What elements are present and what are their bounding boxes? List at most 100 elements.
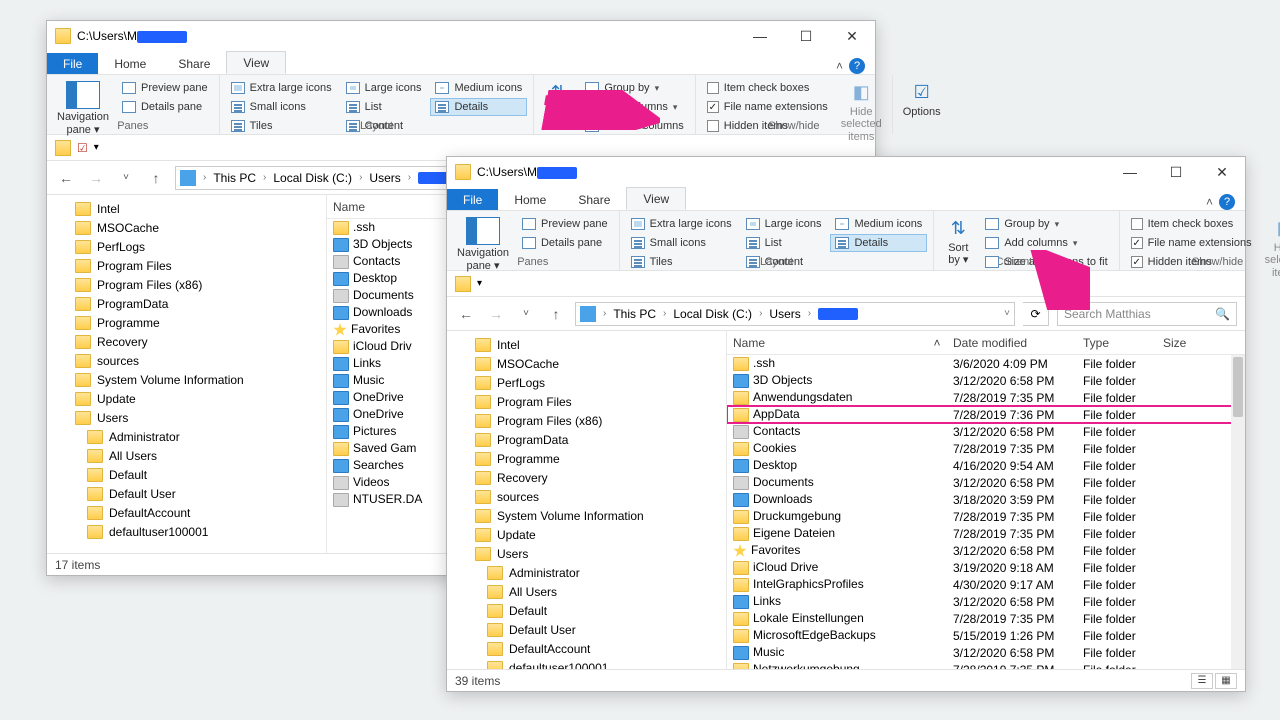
hide-selected-button[interactable]: ◧Hide selected items: [837, 79, 886, 118]
ribbon-help[interactable]: ˄?: [1206, 194, 1235, 210]
list-item[interactable]: 3D Objects3/12/2020 6:58 PMFile folder: [727, 372, 1245, 389]
tree-node[interactable]: Update: [447, 525, 726, 544]
tree-node[interactable]: Programme: [447, 449, 726, 468]
details-pane-button[interactable]: Details pane: [517, 234, 613, 252]
tree-node[interactable]: PerfLogs: [47, 237, 326, 256]
back-button[interactable]: ←: [455, 306, 477, 322]
crumb[interactable]: Users: [767, 307, 802, 321]
crumb[interactable]: Local Disk (C:): [671, 307, 754, 321]
tree-node[interactable]: Programme: [47, 313, 326, 332]
tree-node[interactable]: System Volume Information: [47, 370, 326, 389]
layout-details[interactable]: Details: [430, 98, 527, 116]
list-item[interactable]: iCloud Drive3/19/2020 9:18 AMFile folder: [727, 559, 1245, 576]
forward-button[interactable]: →: [485, 306, 507, 322]
tab-view[interactable]: View: [626, 187, 686, 210]
tree-node[interactable]: Recovery: [447, 468, 726, 487]
tree-node[interactable]: Program Files (x86): [47, 275, 326, 294]
list-item[interactable]: Contacts3/12/2020 6:58 PMFile folder: [727, 423, 1245, 440]
layout-small[interactable]: Small icons: [626, 234, 737, 252]
maximize-button[interactable]: ☐: [783, 21, 829, 51]
list-item[interactable]: Favorites3/12/2020 6:58 PMFile folder: [727, 542, 1245, 559]
list-item[interactable]: .ssh3/6/2020 4:09 PMFile folder: [727, 355, 1245, 372]
scroll-thumb[interactable]: [1233, 357, 1243, 417]
file-ext-toggle[interactable]: File name extensions: [702, 98, 833, 116]
list-item[interactable]: Netzwerkumgebung7/28/2019 7:35 PMFile fo…: [727, 661, 1245, 669]
sort-by-button[interactable]: ⇅Sort by ▾: [540, 79, 576, 118]
back-button[interactable]: ←: [55, 170, 77, 186]
preview-pane-button[interactable]: Preview pane: [117, 79, 213, 97]
list-header[interactable]: Name ˄ Date modified Type Size: [727, 331, 1245, 355]
qa-dropdown-icon[interactable]: ▾: [94, 142, 99, 153]
tree-node[interactable]: Default: [447, 601, 726, 620]
crumb[interactable]: Users: [367, 171, 402, 185]
minimize-button[interactable]: —: [1107, 157, 1153, 187]
tree-node[interactable]: Program Files (x86): [447, 411, 726, 430]
crumb[interactable]: This PC: [611, 307, 658, 321]
list-item[interactable]: Downloads3/18/2020 3:59 PMFile folder: [727, 491, 1245, 508]
file-ext-toggle[interactable]: File name extensions: [1126, 234, 1257, 252]
refresh-button[interactable]: ⟳: [1023, 302, 1049, 326]
tree-node[interactable]: System Volume Information: [447, 506, 726, 525]
tree-node[interactable]: Administrator: [447, 563, 726, 582]
close-button[interactable]: ✕: [829, 21, 875, 51]
layout-details[interactable]: Details: [830, 234, 927, 252]
tree-node[interactable]: ProgramData: [47, 294, 326, 313]
file-list[interactable]: Name ˄ Date modified Type Size .ssh3/6/2…: [727, 331, 1245, 669]
nav-tree[interactable]: IntelMSOCachePerfLogsProgram FilesProgra…: [447, 331, 727, 669]
nav-tree[interactable]: IntelMSOCachePerfLogsProgram FilesProgra…: [47, 195, 327, 553]
layout-xl[interactable]: Extra large icons: [626, 215, 737, 233]
col-size[interactable]: Size: [1157, 336, 1217, 350]
group-by-button[interactable]: Group by: [980, 215, 1112, 233]
up-button[interactable]: ↑: [145, 170, 167, 186]
tree-node[interactable]: DefaultAccount: [447, 639, 726, 658]
layout-medium[interactable]: Medium icons: [430, 79, 527, 97]
scrollbar[interactable]: [1231, 355, 1245, 669]
layout-medium[interactable]: Medium icons: [830, 215, 927, 233]
tree-node[interactable]: Update: [47, 389, 326, 408]
sort-by-button[interactable]: ⇅Sort by ▾: [940, 215, 976, 254]
tab-home[interactable]: Home: [98, 53, 162, 74]
col-type[interactable]: Type: [1077, 336, 1157, 350]
forward-button[interactable]: →: [85, 170, 107, 186]
tree-node[interactable]: Program Files: [47, 256, 326, 275]
crumb-user[interactable]: [816, 307, 860, 321]
layout-large[interactable]: Large icons: [741, 215, 827, 233]
tree-node[interactable]: defaultuser100001: [47, 522, 326, 541]
navigation-pane-button[interactable]: Navigation pane ▾: [453, 215, 513, 254]
tree-node[interactable]: Recovery: [47, 332, 326, 351]
tree-node[interactable]: DefaultAccount: [47, 503, 326, 522]
details-pane-button[interactable]: Details pane: [117, 98, 213, 116]
history-button[interactable]: ˅: [115, 172, 137, 183]
list-item[interactable]: Desktop4/16/2020 9:54 AMFile folder: [727, 457, 1245, 474]
tree-node[interactable]: Intel: [47, 199, 326, 218]
tree-node[interactable]: Default User: [47, 484, 326, 503]
search-input[interactable]: Search Matthias🔍: [1057, 302, 1237, 326]
tree-node[interactable]: Administrator: [47, 427, 326, 446]
list-item[interactable]: Lokale Einstellungen7/28/2019 7:35 PMFil…: [727, 610, 1245, 627]
tree-node[interactable]: Program Files: [447, 392, 726, 411]
add-columns-button[interactable]: Add columns: [980, 234, 1112, 252]
list-item[interactable]: Music3/12/2020 6:58 PMFile folder: [727, 644, 1245, 661]
add-columns-button[interactable]: Add columns: [580, 98, 688, 116]
tree-node[interactable]: Default: [47, 465, 326, 484]
tree-node[interactable]: MSOCache: [447, 354, 726, 373]
tree-node[interactable]: ProgramData: [447, 430, 726, 449]
list-item[interactable]: AppData7/28/2019 7:36 PMFile folder: [727, 406, 1245, 423]
list-item[interactable]: MicrosoftEdgeBackups5/15/2019 1:26 PMFil…: [727, 627, 1245, 644]
preview-pane-button[interactable]: Preview pane: [517, 215, 613, 233]
tree-node[interactable]: sources: [47, 351, 326, 370]
list-item[interactable]: Anwendungsdaten7/28/2019 7:35 PMFile fol…: [727, 389, 1245, 406]
tree-node[interactable]: Users: [47, 408, 326, 427]
list-item[interactable]: Links3/12/2020 6:58 PMFile folder: [727, 593, 1245, 610]
tree-node[interactable]: All Users: [47, 446, 326, 465]
layout-list[interactable]: List: [341, 98, 427, 116]
crumb[interactable]: This PC: [211, 171, 258, 185]
tree-node[interactable]: defaultuser100001: [447, 658, 726, 669]
list-item[interactable]: Druckumgebung7/28/2019 7:35 PMFile folde…: [727, 508, 1245, 525]
col-name[interactable]: Name: [727, 336, 927, 350]
minimize-button[interactable]: —: [737, 21, 783, 51]
crumb[interactable]: Local Disk (C:): [271, 171, 354, 185]
tree-node[interactable]: Default User: [447, 620, 726, 639]
tab-file[interactable]: File: [47, 53, 98, 74]
col-date[interactable]: Date modified: [947, 336, 1077, 350]
